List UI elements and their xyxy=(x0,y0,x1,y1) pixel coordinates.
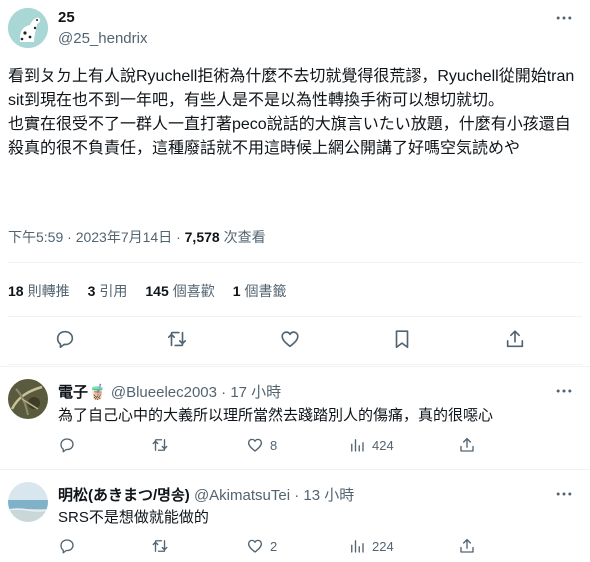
reply-action-bar: 8 424 xyxy=(58,436,580,458)
tweet-meta: 下午5:59 · 2023年7月14日 · 7,578 次查看 xyxy=(8,227,266,247)
more-options-icon[interactable] xyxy=(554,484,574,504)
likes-count: 145 xyxy=(145,283,169,299)
like-icon xyxy=(247,539,263,553)
quotes-stat[interactable]: 3 引用 xyxy=(88,281,128,301)
reply-icon[interactable] xyxy=(58,537,76,555)
action-bar xyxy=(8,322,582,356)
reply-text: 為了自己心中的大義所以理所當然去踐踏別人的傷痛，真的很噁心 xyxy=(58,407,494,424)
bookmark-icon[interactable] xyxy=(391,328,413,350)
reply-author-name[interactable]: 明松(あきまつ/명송) xyxy=(58,487,190,504)
view-count: 224 xyxy=(372,538,394,554)
divider xyxy=(8,364,582,365)
reply-author-handle[interactable]: @AkimatsuTei xyxy=(194,487,290,504)
views-chart-icon xyxy=(351,540,364,553)
author-name[interactable]: 25 xyxy=(58,9,75,26)
quotes-label: 引用 xyxy=(99,283,128,299)
reply-tweet[interactable]: 明松(あきまつ/명송) @AkimatsuTei · 13 小時 SRS不是想做… xyxy=(0,469,590,562)
reply-text: SRS不是想做就能做的 xyxy=(58,509,209,526)
like-icon[interactable] xyxy=(279,328,301,350)
avatar[interactable] xyxy=(8,379,48,419)
reply-time[interactable]: · 17 小時 xyxy=(221,384,281,401)
bookmarks-label: 個書籤 xyxy=(244,283,287,299)
reply-icon[interactable] xyxy=(54,328,76,350)
retweets-count: 18 xyxy=(8,283,24,299)
sea-avatar-image xyxy=(8,482,48,522)
nature-avatar-image xyxy=(8,379,48,419)
view-count: 7,578 xyxy=(184,229,220,245)
like-count: 8 xyxy=(270,437,278,453)
tweet-timestamp[interactable]: 下午5:59 · 2023年7月14日 · xyxy=(8,229,185,245)
divider xyxy=(8,316,582,317)
reply-header: 電子🧋 @Blueelec2003 · 17 小時 xyxy=(58,381,281,402)
like-count: 2 xyxy=(270,538,278,554)
dalmatian-avatar-image xyxy=(8,8,48,48)
view-count: 424 xyxy=(372,437,394,453)
tweet-text: 看到ㄆㄉ上有人說Ryuchell拒術為什麼不去切就覺得很荒謬，Ryuchell從… xyxy=(8,68,575,157)
retweet-icon[interactable] xyxy=(151,436,169,454)
views-button[interactable]: 224 xyxy=(348,537,394,555)
share-icon[interactable] xyxy=(504,328,526,350)
author-handle[interactable]: @25_hendrix xyxy=(58,30,147,47)
views-button[interactable]: 424 xyxy=(348,436,394,454)
view-label: 次查看 xyxy=(219,229,266,245)
more-options-icon[interactable] xyxy=(554,381,574,401)
reply-author-handle[interactable]: @Blueelec2003 xyxy=(111,384,217,401)
share-icon[interactable] xyxy=(458,436,476,454)
retweet-icon[interactable] xyxy=(166,328,188,350)
like-button[interactable]: 2 xyxy=(246,537,277,555)
like-button[interactable]: 8 xyxy=(246,436,277,454)
retweets-stat[interactable]: 18 則轉推 xyxy=(8,281,70,301)
divider xyxy=(8,262,582,263)
likes-label: 個喜歡 xyxy=(172,283,215,299)
likes-stat[interactable]: 145 個喜歡 xyxy=(145,281,214,301)
reply-action-bar: 2 224 xyxy=(58,537,580,559)
reply-time[interactable]: · 13 小時 xyxy=(294,487,354,504)
reply-icon[interactable] xyxy=(58,436,76,454)
retweets-label: 則轉推 xyxy=(27,283,70,299)
reply-tweet[interactable]: 電子🧋 @Blueelec2003 · 17 小時 為了自己心中的大義所以理所當… xyxy=(0,366,590,468)
bookmarks-stat[interactable]: 1 個書籤 xyxy=(233,281,287,301)
retweet-icon[interactable] xyxy=(151,537,169,555)
views-chart-icon xyxy=(351,439,364,452)
like-icon xyxy=(247,438,263,452)
reply-author-name[interactable]: 電子🧋 xyxy=(58,384,107,401)
more-options-icon[interactable] xyxy=(554,8,574,28)
quotes-count: 3 xyxy=(87,283,96,299)
engagement-stats: 18 則轉推 3 引用 145 個喜歡 1 個書籤 xyxy=(8,281,287,301)
bookmarks-count: 1 xyxy=(232,283,241,299)
reply-header: 明松(あきまつ/명송) @AkimatsuTei · 13 小時 xyxy=(58,484,354,505)
avatar[interactable] xyxy=(8,8,48,48)
avatar[interactable] xyxy=(8,482,48,522)
share-icon[interactable] xyxy=(458,537,476,555)
